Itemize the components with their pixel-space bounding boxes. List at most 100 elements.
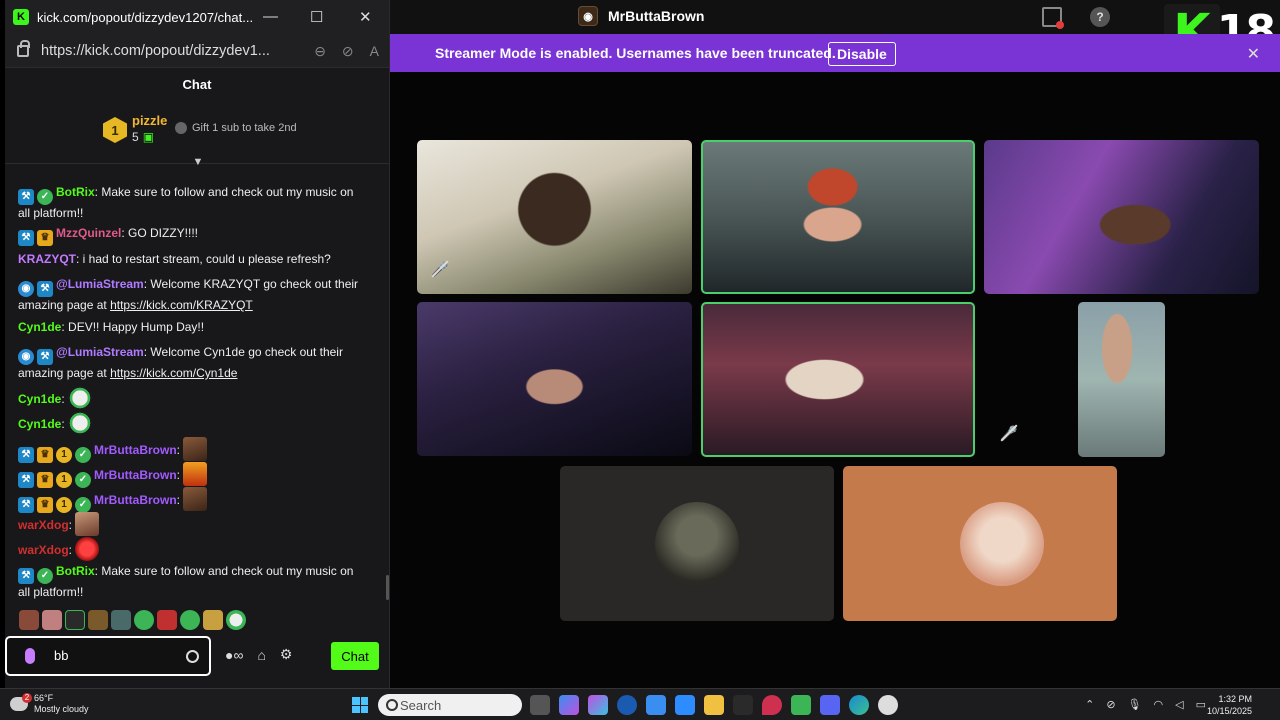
chat-username[interactable]: Cyn1de: [18, 392, 61, 406]
leader-name[interactable]: pizzle: [132, 113, 167, 128]
emote-icon[interactable]: [19, 610, 39, 630]
settings-icon[interactable]: ⚙: [280, 646, 293, 663]
microphone-icon[interactable]: [25, 648, 35, 664]
microphone-icon[interactable]: 🎙: [1128, 698, 1142, 711]
help-icon[interactable]: ?: [1090, 7, 1110, 27]
app-icon[interactable]: [791, 695, 811, 715]
app-icon[interactable]: [733, 695, 753, 715]
emote-icon[interactable]: [134, 610, 154, 630]
chat-input-value[interactable]: bb: [54, 648, 68, 663]
chat-username[interactable]: warXdog: [18, 518, 69, 532]
chat-username[interactable]: MrButtaBrown: [94, 443, 177, 457]
zoom-out-icon[interactable]: ⊖: [314, 43, 326, 60]
chat-message: ◉ ⚒ @LumiaStream: Welcome Cyn1de go check …: [18, 345, 343, 380]
app-icon[interactable]: [646, 695, 666, 715]
copilot-icon[interactable]: [559, 695, 579, 715]
streamer-mode-text: Streamer Mode is enabled. Usernames have…: [435, 45, 836, 61]
verified-badge-icon: ✓: [75, 472, 91, 488]
chat-link[interactable]: https://kick.com/Cyn1de: [110, 366, 237, 380]
emote-icon[interactable]: [42, 610, 62, 630]
emote-icon[interactable]: [111, 610, 131, 630]
close-icon[interactable]: ✕: [1247, 44, 1260, 64]
maps-icon[interactable]: [762, 695, 782, 715]
chat-message: warXdog:: [18, 512, 368, 536]
minimize-icon[interactable]: —: [263, 8, 278, 25]
weather-widget[interactable]: 2 66°F Mostly cloudy: [10, 693, 89, 715]
collapse-icon[interactable]: ▼: [191, 156, 205, 168]
chat-input[interactable]: bb: [5, 636, 211, 676]
cast-icon[interactable]: [1042, 7, 1064, 29]
file-explorer-icon[interactable]: [704, 695, 724, 715]
video-tile[interactable]: [417, 302, 692, 456]
hype-emote-icon[interactable]: [65, 610, 85, 630]
emote-icon[interactable]: [180, 610, 200, 630]
app-icon[interactable]: [588, 695, 608, 715]
chat-message: ◉ ⚒ @LumiaStream: Welcome KRAZYQT go check…: [18, 277, 359, 312]
address-bar[interactable]: https://kick.com/popout/dizzydev1... ⊖ ⊘…: [5, 34, 389, 68]
moderator-badge-icon: ⚒: [18, 568, 34, 584]
zoom-icon[interactable]: [675, 695, 695, 715]
chat-message: ⚒ ♛ 1 ✓ MrButtaBrown:: [18, 437, 368, 463]
emote-icon[interactable]: [157, 610, 177, 630]
tracking-prevention-icon[interactable]: ⊘: [342, 43, 354, 60]
url-text[interactable]: https://kick.com/popout/dizzydev1...: [41, 43, 270, 59]
chat-username[interactable]: @LumiaStream: [56, 345, 144, 359]
emote-icon[interactable]: [203, 610, 223, 630]
emoji-icon[interactable]: [186, 650, 199, 663]
disable-button[interactable]: Disable: [828, 42, 896, 66]
send-chat-button[interactable]: Chat: [331, 642, 379, 670]
chat-username[interactable]: MzzQuinzel: [56, 226, 121, 240]
edge-icon[interactable]: [849, 695, 869, 715]
points-icon[interactable]: ●∞: [225, 647, 243, 663]
verified-badge-icon: ✓: [75, 497, 91, 513]
emote-icon[interactable]: [226, 610, 246, 630]
video-tile-active[interactable]: [701, 140, 975, 294]
video-tile[interactable]: [1078, 302, 1165, 457]
video-tile-audio[interactable]: [560, 466, 834, 621]
video-tile[interactable]: 🎤: [417, 140, 692, 294]
crown-badge-icon: ♛: [37, 472, 53, 488]
chat-link[interactable]: https://kick.com/KRAZYQT: [110, 298, 253, 312]
battery-icon[interactable]: ▭: [1196, 698, 1206, 711]
wifi-icon[interactable]: ◠: [1154, 698, 1164, 711]
video-tile-active[interactable]: [701, 302, 975, 457]
chevron-up-icon[interactable]: ⌃: [1085, 698, 1094, 711]
avatar: [655, 501, 739, 586]
chat-popout-window: K kick.com/popout/dizzydev1207/chat... —…: [5, 0, 390, 688]
store-icon[interactable]: ⌂: [257, 647, 265, 663]
emote-icon[interactable]: [88, 610, 108, 630]
sub-badge-icon: 1: [56, 497, 72, 513]
volume-icon[interactable]: ◁: [1175, 698, 1183, 711]
close-icon[interactable]: ✕: [359, 8, 372, 26]
chat-message: Cyn1de:: [18, 386, 368, 410]
task-view-icon[interactable]: [530, 695, 550, 715]
video-tile[interactable]: [984, 140, 1259, 294]
chat-scrollbar[interactable]: [386, 575, 389, 600]
windows-start-icon[interactable]: [352, 697, 368, 713]
chat-username[interactable]: Cyn1de: [18, 320, 61, 334]
chat-username[interactable]: Cyn1de: [18, 417, 61, 431]
chat-username[interactable]: warXdog: [18, 543, 69, 557]
clock[interactable]: 1:32 PM 10/15/2025: [1207, 693, 1252, 717]
maximize-icon[interactable]: ☐: [310, 8, 323, 26]
discord-icon[interactable]: [820, 695, 840, 715]
chat-username[interactable]: MrButtaBrown: [94, 468, 177, 482]
chat-username[interactable]: KRAZYQT: [18, 252, 76, 266]
app-icon: ◉: [578, 6, 598, 26]
chat-username[interactable]: @LumiaStream: [56, 277, 144, 291]
chat-username[interactable]: BotRix: [56, 185, 95, 199]
chat-username[interactable]: BotRix: [56, 564, 95, 578]
stream-window: ◉ MrButtaBrown ? K 18 Streamer Mode is e…: [390, 0, 1280, 688]
leader-count-value: 5: [132, 130, 139, 144]
system-tray: ⌃ ⊘ 🎙 ◠ ◁ ▭: [1085, 698, 1206, 711]
hp-icon[interactable]: [617, 695, 637, 715]
skull-emote-icon: [68, 411, 93, 435]
chat-window-title: kick.com/popout/dizzydev1207/chat...: [37, 9, 254, 25]
obs-icon[interactable]: [878, 695, 898, 715]
sub-badge-icon: 1: [56, 472, 72, 488]
tray-app-icon[interactable]: ⊘: [1106, 698, 1115, 711]
taskbar-search[interactable]: Search: [378, 694, 522, 716]
chat-username[interactable]: MrButtaBrown: [94, 493, 177, 507]
read-aloud-icon[interactable]: A: [370, 43, 379, 60]
video-tile-audio[interactable]: [843, 466, 1117, 621]
